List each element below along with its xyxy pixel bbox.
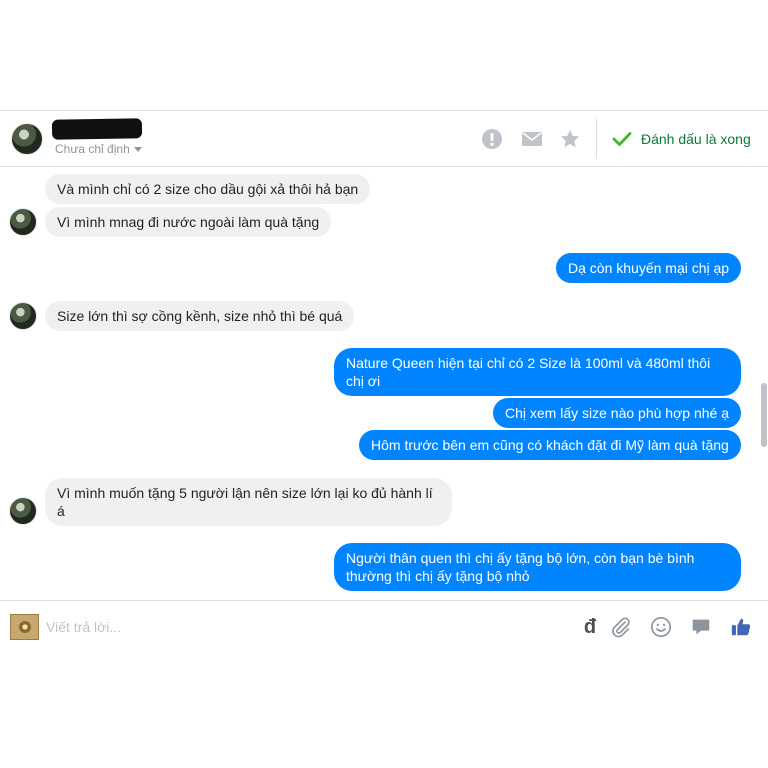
contact-avatar[interactable] — [11, 123, 43, 155]
alert-icon[interactable] — [480, 127, 504, 151]
currency-icon[interactable]: đ — [578, 615, 602, 639]
reply-input[interactable] — [46, 615, 546, 639]
emoji-icon[interactable] — [649, 615, 673, 639]
sender-avatar — [9, 302, 37, 330]
attachment-icon[interactable] — [609, 615, 633, 639]
message-thread: Và mình chỉ có 2 size cho dầu gội xả thô… — [0, 167, 768, 600]
message-bubble: Chị xem lấy size nào phù hợp nhé ạ — [493, 398, 741, 428]
sender-avatar — [9, 208, 37, 236]
star-icon[interactable] — [558, 127, 582, 151]
currency-symbol: đ — [583, 615, 597, 638]
message-bubble: Người thân quen thì chị ấy tặng bộ lớn, … — [334, 543, 741, 591]
message-bubble: Size lớn thì sợ cồng kềnh, size nhỏ thì … — [45, 301, 355, 331]
header-divider — [596, 119, 597, 159]
message-bubble: Vì mình muốn tặng 5 người lận nên size l… — [45, 478, 452, 526]
message-bubble: Dạ còn khuyến mại chị ạp — [556, 253, 742, 283]
check-icon — [612, 132, 632, 146]
chevron-down-icon — [133, 147, 142, 152]
like-icon[interactable] — [729, 615, 753, 639]
assign-status-label: Chưa chỉ định — [55, 142, 130, 156]
sticker-icon[interactable] — [689, 615, 713, 639]
redacted-contact-name — [51, 118, 143, 140]
sender-avatar — [9, 497, 37, 525]
reply-composer: đ — [0, 600, 768, 652]
mark-done-label: Đánh dấu là xong — [641, 131, 751, 147]
thread-scrollbar[interactable] — [761, 383, 767, 447]
mail-icon[interactable] — [520, 127, 544, 151]
message-bubble: Và mình chỉ có 2 size cho dầu gội xả thô… — [45, 174, 371, 204]
message-bubble: Nature Queen hiện tại chỉ có 2 Size là 1… — [334, 348, 741, 396]
conversation-header: Chưa chỉ định Đánh dấu là xong — [0, 110, 768, 167]
message-bubble: Vì mình mnag đi nước ngoài làm quà tặng — [45, 207, 332, 237]
page-logo — [10, 614, 39, 640]
assign-dropdown[interactable]: Chưa chỉ định — [55, 142, 142, 156]
message-bubble: Hôm trước bên em cũng có khách đặt đi Mỹ… — [359, 430, 741, 460]
mark-done-button[interactable]: Đánh dấu là xong — [612, 127, 751, 151]
